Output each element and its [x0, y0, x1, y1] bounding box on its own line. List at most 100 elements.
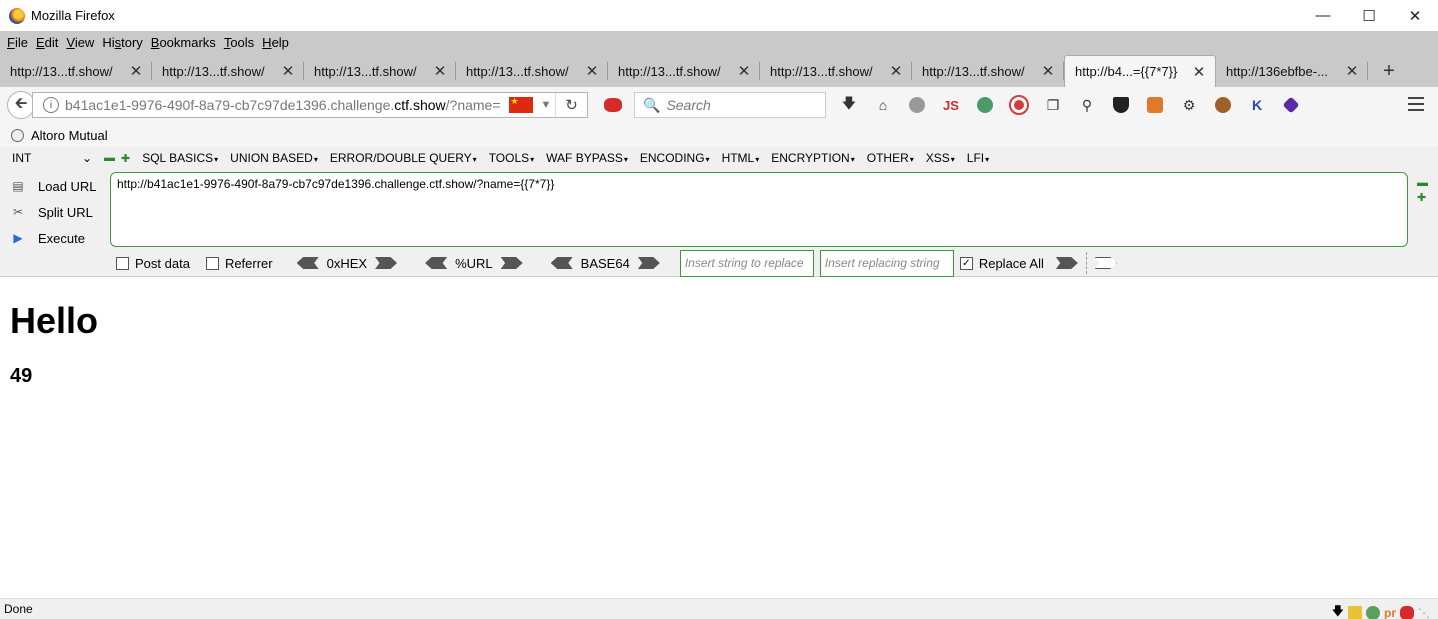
replace-arrow-icon[interactable]: [1055, 257, 1078, 269]
checkbox-box[interactable]: [116, 256, 129, 270]
menu-bookmarks[interactable]: Bookmarks: [147, 35, 220, 50]
browser-tab[interactable]: http://13...tf.show/ ✕: [760, 55, 912, 87]
decode-arrow-icon[interactable]: [425, 257, 448, 269]
bookmark-altoro[interactable]: Altoro Mutual: [31, 128, 108, 143]
plus-icon[interactable]: ✚: [1417, 191, 1428, 204]
menu-html[interactable]: HTML: [722, 151, 760, 165]
close-tab-icon[interactable]: ✕: [278, 62, 298, 80]
copy-icon[interactable]: ❐: [1036, 92, 1070, 118]
menu-tools[interactable]: TOOLS: [489, 151, 534, 165]
checkbox-box[interactable]: [205, 256, 219, 270]
home-icon[interactable]: ⌂: [866, 92, 900, 118]
pr-icon[interactable]: pr: [1384, 606, 1396, 619]
close-tab-icon[interactable]: ✕: [1038, 62, 1058, 80]
browser-tab[interactable]: http://136ebfbe-... ✕: [1216, 55, 1368, 87]
close-tab-icon[interactable]: ✕: [886, 62, 906, 80]
menu-other[interactable]: OTHER: [867, 151, 914, 165]
magnifier-icon[interactable]: ⚲: [1070, 92, 1104, 118]
menu-encryption[interactable]: ENCRYPTION: [771, 151, 854, 165]
close-tab-icon[interactable]: ✕: [1342, 62, 1362, 80]
purple-diamond-icon[interactable]: [1274, 92, 1308, 118]
shield-icon[interactable]: [1104, 92, 1138, 118]
checkbox-checked-icon[interactable]: ✓: [959, 256, 973, 270]
menu-sql-basics[interactable]: SQL BASICS: [142, 151, 218, 165]
minus-icon[interactable]: ▬: [104, 152, 115, 164]
search-input[interactable]: 🔍 Search: [634, 92, 826, 118]
split-url-button[interactable]: ✂ Split URL: [0, 199, 108, 225]
decode-arrow-icon[interactable]: [296, 257, 319, 269]
globe-icon: [11, 128, 24, 142]
browser-tab-active[interactable]: http://b4...={{7*7}} ✕: [1064, 55, 1216, 87]
encode-arrow-icon[interactable]: [375, 257, 398, 269]
address-bar[interactable]: i b41ac1e1-9976-490f-8a79-cb7c97de1396.c…: [32, 92, 588, 118]
browser-tab[interactable]: http://13...tf.show/ ✕: [0, 55, 152, 87]
maximize-button[interactable]: ☐: [1346, 0, 1392, 31]
close-tab-icon[interactable]: ✕: [734, 62, 754, 80]
replace-next-arrow-icon[interactable]: [1094, 257, 1117, 269]
info-icon[interactable]: i: [43, 97, 59, 113]
n-icon[interactable]: [1138, 92, 1172, 118]
tab-label: http://13...tf.show/: [770, 63, 873, 79]
replace-string-input[interactable]: Insert string to replace: [679, 249, 814, 277]
close-tab-icon[interactable]: ✕: [126, 62, 146, 80]
minus-icon[interactable]: ▬: [1417, 177, 1428, 189]
load-url-button[interactable]: ▤ Load URL: [0, 173, 108, 199]
hamburger-menu-icon[interactable]: [1408, 97, 1424, 111]
menu-lfi[interactable]: LFI: [967, 151, 989, 165]
menu-view[interactable]: View: [62, 35, 98, 50]
execute-button[interactable]: ▶ Execute: [0, 225, 108, 251]
scissors-icon: ✂: [12, 205, 24, 219]
encode-arrow-icon[interactable]: [500, 257, 523, 269]
encode-arrow-icon[interactable]: [637, 257, 660, 269]
new-tab-plus-icon[interactable]: +: [1374, 55, 1404, 87]
red-bubble-icon[interactable]: [1400, 605, 1414, 619]
greasemonkey-icon[interactable]: [968, 92, 1002, 118]
download-arrow-icon[interactable]: 🡇: [1332, 602, 1344, 619]
addon-icon[interactable]: [1348, 605, 1362, 619]
minimize-button[interactable]: —: [1300, 0, 1346, 31]
browser-tab[interactable]: http://13...tf.show/ ✕: [456, 55, 608, 87]
replace-all-checkbox[interactable]: ✓ Replace All: [959, 256, 1044, 271]
menu-history[interactable]: History: [98, 35, 146, 50]
menu-help[interactable]: Help: [258, 35, 293, 50]
globe-icon[interactable]: [1366, 605, 1380, 619]
referrer-checkbox[interactable]: Referrer: [205, 256, 273, 271]
close-tab-icon[interactable]: ✕: [1189, 63, 1209, 81]
close-tab-icon[interactable]: ✕: [430, 62, 450, 80]
plus-icon[interactable]: ✚: [121, 152, 130, 165]
gear-icon[interactable]: ⚙: [1172, 92, 1206, 118]
post-data-checkbox[interactable]: Post data: [116, 256, 190, 271]
decode-arrow-icon[interactable]: [550, 257, 573, 269]
menu-error-double-query[interactable]: ERROR/DOUBLE QUERY: [330, 151, 477, 165]
browser-tab[interactable]: http://13...tf.show/ ✕: [304, 55, 456, 87]
proxy-globe-icon[interactable]: [900, 92, 934, 118]
k-icon[interactable]: K: [1240, 92, 1274, 118]
replacing-string-input[interactable]: Insert replacing string: [819, 249, 954, 277]
nav-bar: 🡰 i b41ac1e1-9976-490f-8a79-cb7c97de1396…: [0, 87, 1438, 123]
hackbar-actions: ▤ Load URL ✂ Split URL ▶ Execute: [0, 173, 108, 251]
menu-tools[interactable]: Tools: [220, 35, 258, 50]
menu-union-based[interactable]: UNION BASED: [230, 151, 318, 165]
cookie-icon[interactable]: [1206, 92, 1240, 118]
hackbar-resize-controls: ▬ ✚: [1417, 177, 1428, 204]
back-arrow-icon[interactable]: 🡰: [7, 91, 35, 119]
target-icon[interactable]: [1002, 92, 1036, 118]
menu-waf-bypass[interactable]: WAF BYPASS: [546, 151, 628, 165]
close-window-button[interactable]: ✕: [1392, 0, 1438, 31]
hackbar-url-textarea[interactable]: http://b41ac1e1-9976-490f-8a79-cb7c97de1…: [110, 172, 1408, 247]
menu-xss[interactable]: XSS: [926, 151, 955, 165]
reload-icon[interactable]: ↻: [555, 93, 587, 117]
browser-tab[interactable]: http://13...tf.show/ ✕: [152, 55, 304, 87]
download-arrow-icon[interactable]: 🡇: [832, 92, 866, 118]
browser-tab[interactable]: http://13...tf.show/ ✕: [912, 55, 1064, 87]
menu-encoding[interactable]: ENCODING: [640, 151, 710, 165]
injection-type-select[interactable]: INT ⌄: [8, 148, 96, 168]
browser-tab[interactable]: http://13...tf.show/ ✕: [608, 55, 760, 87]
status-bar: Done 🡇 pr ⋱: [0, 598, 1438, 619]
javascript-icon[interactable]: JS: [934, 92, 968, 118]
close-tab-icon[interactable]: ✕: [582, 62, 602, 80]
red-bubble-icon[interactable]: [604, 98, 622, 112]
menu-file[interactable]: File: [3, 35, 32, 50]
menu-edit[interactable]: Edit: [32, 35, 62, 50]
dropdown-triangle-icon[interactable]: ▼: [541, 99, 552, 111]
